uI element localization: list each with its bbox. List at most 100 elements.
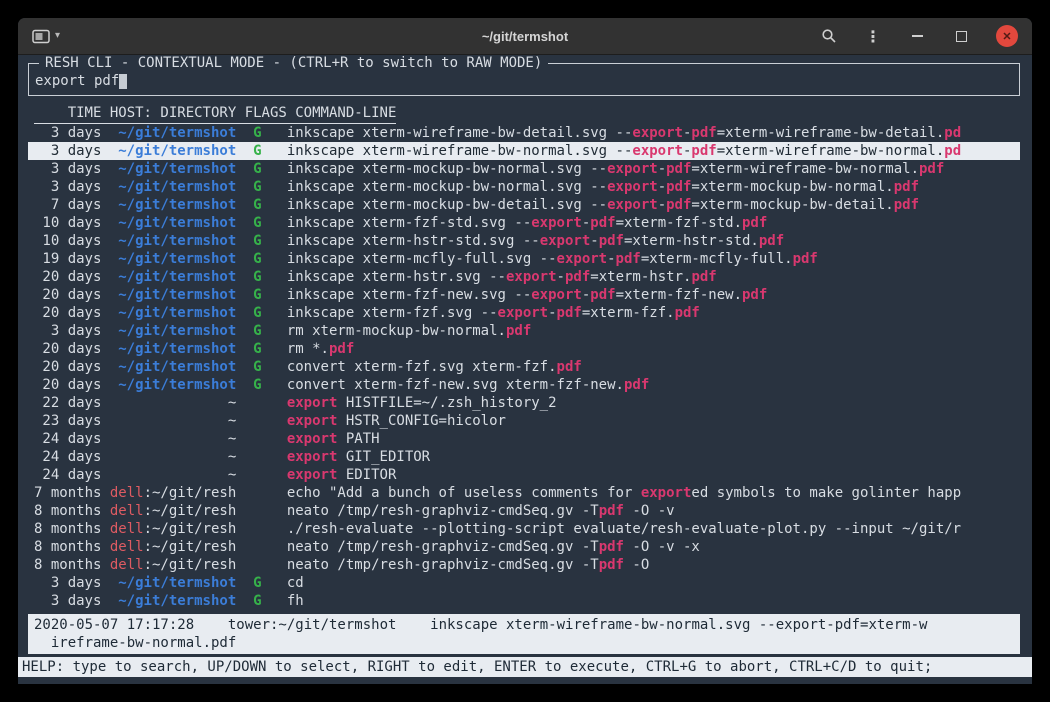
text-segment: ~/git/termshot [118, 251, 236, 267]
history-row[interactable]: 20 days~/git/termshotGinkscape xterm-hst… [28, 268, 1020, 286]
match-highlight: pdf [793, 251, 818, 267]
entry-command: inkscape xterm-fzf-std.svg --export-pdf=… [287, 214, 1020, 232]
history-row[interactable]: 3 days~/git/termshotGfh [28, 592, 1020, 610]
match-highlight: export [540, 233, 591, 249]
entry-time: 3 days [34, 142, 101, 160]
entry-command: neato /tmp/resh-graphviz-cmdSeq.gv -Tpdf… [287, 502, 1020, 520]
history-row[interactable]: 20 days~/git/termshotGinkscape xterm-fzf… [28, 286, 1020, 304]
entry-flags: G [245, 178, 287, 196]
text-segment: ~/git/termshot [118, 593, 236, 609]
entry-command: fh [287, 592, 1020, 610]
history-row[interactable]: 3 days~/git/termshotGcd [28, 574, 1020, 592]
text-segment: ~/git/termshot [118, 179, 236, 195]
match-highlight: export [287, 431, 338, 447]
entry-host-directory: ~/git/termshot [110, 304, 236, 322]
entry-host-directory: ~/git/termshot [110, 286, 236, 304]
history-row[interactable]: 24 days~export GIT_EDITOR [28, 448, 1020, 466]
entry-command: inkscape xterm-wireframe-bw-normal.svg -… [287, 142, 1020, 160]
search-icon[interactable] [820, 27, 838, 45]
new-tab-button[interactable]: ▾ [32, 29, 60, 44]
history-row[interactable]: 20 days~/git/termshotGrm *.pdf [28, 340, 1020, 358]
entry-flags: G [245, 340, 287, 358]
history-row[interactable]: 20 days~/git/termshotGconvert xterm-fzf-… [28, 376, 1020, 394]
entry-time: 3 days [34, 124, 101, 142]
text-segment: ed symbols to make golinter happ [691, 485, 961, 501]
text-segment: neato /tmp/resh-graphviz-cmdSeq.gv -T [287, 557, 599, 573]
search-query-text: export pdf [35, 73, 119, 89]
text-cursor [119, 74, 127, 89]
history-row[interactable]: 10 days~/git/termshotGinkscape xterm-hst… [28, 232, 1020, 250]
history-row[interactable]: 24 days~export EDITOR [28, 466, 1020, 484]
close-button[interactable]: ✕ [996, 25, 1018, 47]
text-segment: :~/git/resh [144, 503, 237, 519]
entry-flags: G [245, 286, 287, 304]
match-highlight: pdf [506, 323, 531, 339]
text-segment: ~ [228, 449, 236, 465]
text-segment: - [582, 287, 590, 303]
entry-host-directory: dell:~/git/resh [110, 484, 236, 502]
history-row[interactable]: 8 monthsdell:~/git/resh./resh-evaluate -… [28, 520, 1020, 538]
match-highlight: pdf [590, 215, 615, 231]
match-highlight: pdf [329, 341, 354, 357]
history-row[interactable]: 8 monthsdell:~/git/reshneato /tmp/resh-g… [28, 556, 1020, 574]
titlebar: ▾ ~/git/termshot ⋮ ✕ [18, 18, 1032, 55]
entry-time: 10 days [34, 214, 101, 232]
entry-host-directory: ~/git/termshot [110, 124, 236, 142]
entry-time: 7 months [34, 484, 101, 502]
match-highlight: pdf [616, 251, 641, 267]
text-segment: ~/git/termshot [118, 161, 236, 177]
entry-time: 3 days [34, 592, 101, 610]
match-highlight: pdf [599, 557, 624, 573]
search-input[interactable]: export pdf [35, 72, 1013, 90]
history-row[interactable]: 8 monthsdell:~/git/reshneato /tmp/resh-g… [28, 538, 1020, 556]
history-row[interactable]: 24 days~export PATH [28, 430, 1020, 448]
terminal-window: ▾ ~/git/termshot ⋮ ✕ RESH C [18, 18, 1032, 684]
entry-command: inkscape xterm-mockup-bw-detail.svg --ex… [287, 196, 1020, 214]
history-row[interactable]: 23 days~export HSTR_CONFIG=hicolor [28, 412, 1020, 430]
entry-time: 8 months [34, 538, 101, 556]
entry-flags: G [245, 160, 287, 178]
history-row[interactable]: 20 days~/git/termshotGconvert xterm-fzf.… [28, 358, 1020, 376]
history-row[interactable]: 3 days~/git/termshotGinkscape xterm-mock… [28, 160, 1020, 178]
text-segment: ~ [228, 395, 236, 411]
text-segment: - [582, 215, 590, 231]
history-row[interactable]: 20 days~/git/termshotGinkscape xterm-fzf… [28, 304, 1020, 322]
match-highlight: export [287, 395, 338, 411]
minimize-button[interactable] [908, 27, 926, 45]
entry-time: 8 months [34, 520, 101, 538]
text-segment: =xterm-fzf-new. [616, 287, 742, 303]
entry-time: 20 days [34, 376, 101, 394]
history-row[interactable]: 7 days~/git/termshotGinkscape xterm-mock… [28, 196, 1020, 214]
history-row[interactable]: 8 monthsdell:~/git/reshneato /tmp/resh-g… [28, 502, 1020, 520]
menu-icon[interactable]: ⋮ [864, 27, 882, 45]
history-row[interactable]: 10 days~/git/termshotGinkscape xterm-fzf… [28, 214, 1020, 232]
text-segment: inkscape xterm-wireframe-bw-detail.svg -… [287, 125, 633, 141]
entry-command: export GIT_EDITOR [287, 448, 1020, 466]
history-row[interactable]: 3 days~/git/termshotGinkscape xterm-mock… [28, 178, 1020, 196]
entry-flags: G [245, 376, 287, 394]
history-row[interactable]: 22 days~export HISTFILE=~/.zsh_history_2 [28, 394, 1020, 412]
entry-command: export HSTR_CONFIG=hicolor [287, 412, 1020, 430]
entry-time: 20 days [34, 358, 101, 376]
entry-host-directory: ~/git/termshot [110, 196, 236, 214]
minimize-icon [912, 35, 923, 37]
table-header-line: TIME HOST: DIRECTORY FLAGS COMMAND-LINE [34, 104, 396, 124]
history-row[interactable]: 3 days~/git/termshotGrm xterm-mockup-bw-… [28, 322, 1020, 340]
history-row-selected[interactable]: 3 days~/git/termshotGinkscape xterm-wire… [28, 142, 1020, 160]
match-highlight: pdf [624, 377, 649, 393]
detail-line: ireframe-bw-normal.pdf [34, 634, 1016, 652]
entry-host-directory: ~/git/termshot [110, 160, 236, 178]
entry-command: convert xterm-fzf-new.svg xterm-fzf-new.… [287, 376, 1020, 394]
restore-button[interactable] [952, 27, 970, 45]
header-command-line: COMMAND-LINE [287, 104, 397, 122]
text-segment: dell [110, 521, 144, 537]
entry-time: 23 days [34, 412, 101, 430]
text-segment: - [557, 269, 565, 285]
history-row[interactable]: 7 monthsdell:~/git/reshecho "Add a bunch… [28, 484, 1020, 502]
entry-flags: G [245, 358, 287, 376]
match-highlight: export [498, 305, 549, 321]
match-highlight: pdf [599, 539, 624, 555]
history-row[interactable]: 3 days~/git/termshotGinkscape xterm-wire… [28, 124, 1020, 142]
text-segment: PATH [337, 431, 379, 447]
history-row[interactable]: 19 days~/git/termshotGinkscape xterm-mcf… [28, 250, 1020, 268]
